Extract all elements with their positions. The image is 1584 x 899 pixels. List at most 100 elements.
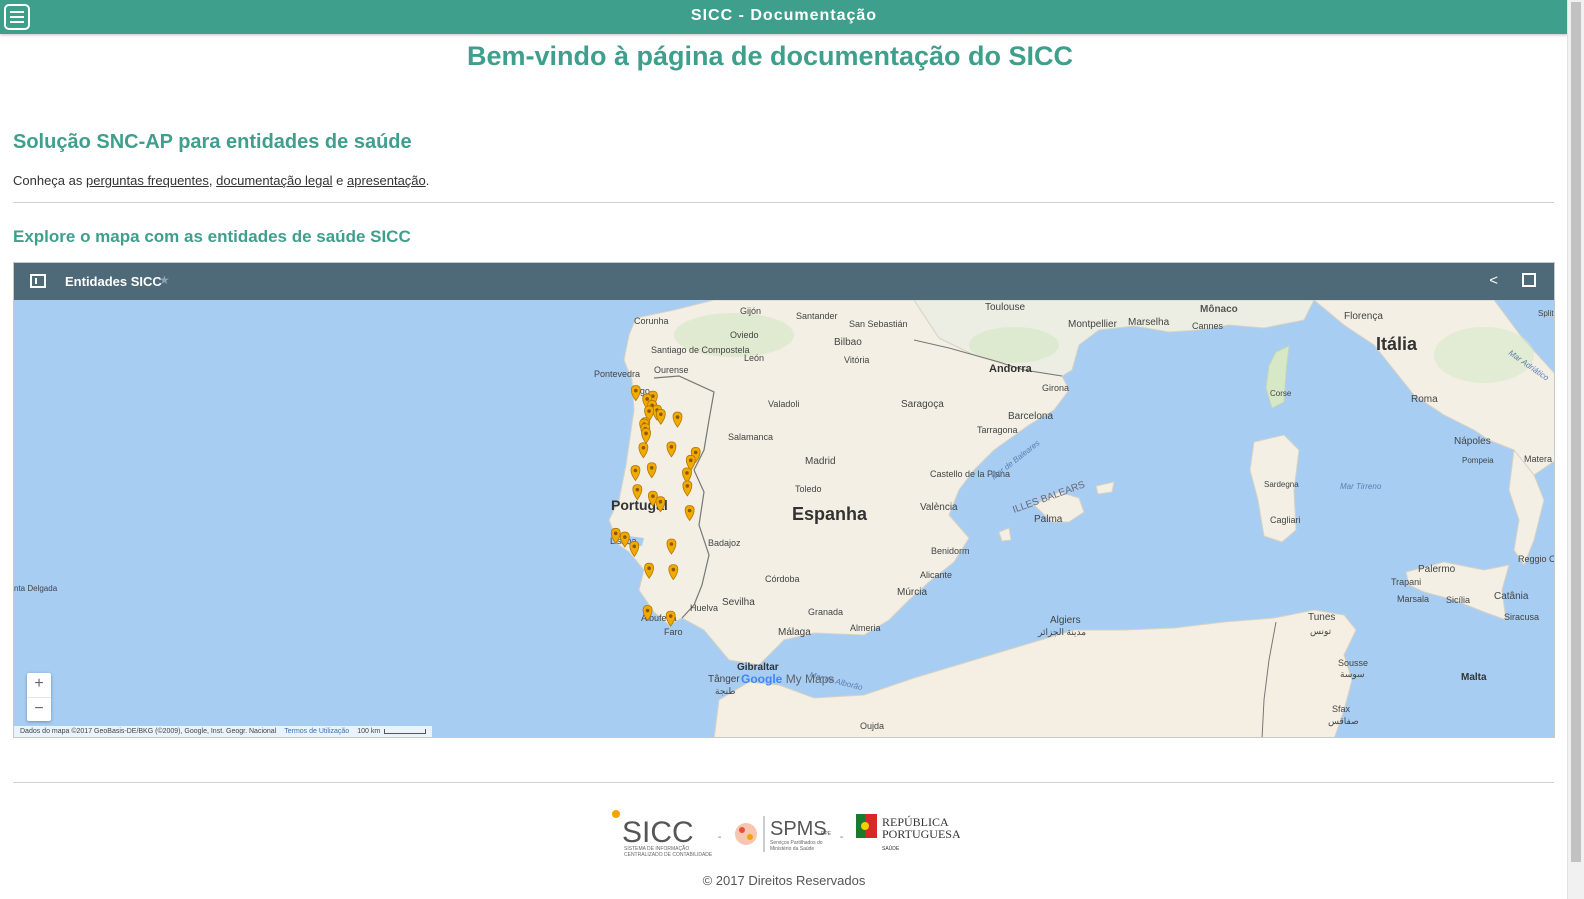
map-label-alicante: Alicante xyxy=(920,570,952,580)
section-heading-snc-ap: Solução SNC-AP para entidades de saúde xyxy=(13,131,412,153)
map-legend-toggle-icon[interactable] xyxy=(30,274,46,288)
map-label-catania: Catânia xyxy=(1494,591,1529,602)
map-label-sfax: Sfax xyxy=(1332,704,1351,714)
map-label-mar-tirreno: Mar Tirreno xyxy=(1340,482,1382,491)
map-label-murcia: Múrcia xyxy=(897,587,927,598)
fullscreen-icon[interactable] xyxy=(1522,273,1536,287)
map-label-oviedo: Oviedo xyxy=(730,330,759,340)
google-logo-text: Google xyxy=(741,672,783,686)
logo-separator-2: - xyxy=(840,832,843,843)
scrollbar-thumb[interactable] xyxy=(1571,2,1581,862)
map-label-benidorm: Benidorm xyxy=(931,546,970,556)
sicc-logo-sub1: SISTEMA DE INFORMAÇÃO xyxy=(624,845,689,852)
map-label-toulouse: Toulouse xyxy=(985,302,1025,313)
intro-suffix: . xyxy=(425,173,430,188)
top-bar: SICC - Documentação xyxy=(0,0,1568,34)
map-label-tanger-ar: طنجة xyxy=(715,686,736,696)
spms-logo-dot xyxy=(739,827,745,833)
map-label-italia: Itália xyxy=(1376,334,1418,354)
zoom-out-button[interactable]: − xyxy=(27,697,51,722)
zoom-in-button[interactable]: + xyxy=(27,673,51,697)
map-label-cannes: Cannes xyxy=(1192,321,1224,331)
map-label-montpellier: Montpellier xyxy=(1068,319,1118,330)
sicc-logo-dot xyxy=(612,810,620,818)
scale-label: 100 km xyxy=(357,728,381,735)
map-label-palma: Palma xyxy=(1034,514,1063,525)
map-label-tunes-ar: تونس xyxy=(1310,626,1332,637)
map-label-espanha: Espanha xyxy=(792,504,868,524)
map-label-pontevedra: Pontevedra xyxy=(594,369,640,379)
star-icon[interactable]: ★ xyxy=(159,273,170,287)
map-label-roma: Roma xyxy=(1411,394,1438,405)
faq-link[interactable]: perguntas frequentes xyxy=(86,173,209,188)
intro-comma: , xyxy=(208,173,213,188)
scrollbar[interactable] xyxy=(1567,0,1584,899)
footer-logos: SICC SISTEMA DE INFORMAÇÃO CENTRALIZADO … xyxy=(612,810,960,858)
map-label-sicilia: Sicília xyxy=(1446,595,1470,605)
logo-separator-1: - xyxy=(718,832,721,843)
map-label-gijon: Gijón xyxy=(740,306,761,316)
attribution-text: Dados do mapa ©2017 GeoBasis-DE/BKG (©20… xyxy=(20,728,277,735)
map-label-andorra: Andorra xyxy=(989,363,1033,375)
map-label-corse: Corse xyxy=(1270,389,1292,398)
map-label-cagliari: Cagliari xyxy=(1270,515,1301,525)
rep-text-2: PORTUGUESA xyxy=(882,827,960,841)
map-label-valadoli: Valadoli xyxy=(768,399,799,409)
flag-emblem xyxy=(861,822,869,830)
legal-docs-link[interactable]: documentação legal xyxy=(216,173,332,188)
map-label-bilbao: Bilbao xyxy=(834,337,862,348)
intro-conjunction: e xyxy=(336,173,344,188)
map-label-delgada: nta Delgada xyxy=(14,584,58,593)
spms-logo-text: SPMS xyxy=(770,818,827,840)
map-label-tarragona: Tarragona xyxy=(977,425,1018,435)
map-label-reggio: Reggio Calabria xyxy=(1518,554,1555,564)
map-label-huelva: Huelva xyxy=(690,603,718,613)
map-header: Entidades SICC ★ < xyxy=(14,263,1554,300)
spms-logo: SPMS EPE Serviços Partilhados do Ministé… xyxy=(735,816,832,852)
terms-link[interactable]: Termos de Utilização xyxy=(284,728,349,735)
spms-logo-sub2: Ministério da Saúde xyxy=(770,846,814,852)
republica-portuguesa-logo: REPÚBLICA PORTUGUESA SAÚDE xyxy=(856,814,960,852)
map-label-toledo: Toledo xyxy=(795,484,822,494)
spms-logo-circle xyxy=(735,823,757,845)
map-label-granada: Granada xyxy=(808,607,843,617)
map-label-sfax-ar: صفاقس xyxy=(1328,716,1359,727)
intro-prefix: Conheça as xyxy=(13,173,83,188)
footer-divider xyxy=(13,782,1554,783)
share-icon[interactable]: < xyxy=(1489,272,1498,289)
map-label-barcelona: Barcelona xyxy=(1008,411,1053,422)
map-label-split: Split xyxy=(1538,309,1554,318)
copyright: © 2017 Direitos Reservados xyxy=(702,873,866,888)
map-label-florenca: Florença xyxy=(1344,311,1383,322)
map-label-saragoca: Saragoça xyxy=(901,399,944,410)
map-label-salamanca: Salamanca xyxy=(728,432,773,442)
sicc-logo-sub2: CENTRALIZADO DE CONTABILIDADE xyxy=(624,852,713,858)
map-label-oujda: Oujda xyxy=(860,721,884,731)
map-label-sansebastian: San Sebastián xyxy=(849,319,908,329)
map-label-napoles: Nápoles xyxy=(1454,436,1491,447)
map-label-sanmarino: San Marino xyxy=(1370,300,1416,302)
map-label-corunha: Corunha xyxy=(634,316,669,326)
map-label-girona: Girona xyxy=(1042,383,1069,393)
map-label-badajoz: Badajoz xyxy=(708,538,741,548)
map-label-tanger: Tânger xyxy=(708,674,740,685)
map-label-monaco: Mônaco xyxy=(1200,304,1238,315)
presentation-link[interactable]: apresentação xyxy=(347,173,426,188)
map-label-malta: Malta xyxy=(1461,672,1487,683)
map-label-faro: Faro xyxy=(664,627,683,637)
sicc-logo: SICC SISTEMA DE INFORMAÇÃO CENTRALIZADO … xyxy=(612,810,713,858)
map-label-tunes: Tunes xyxy=(1308,612,1335,623)
spms-logo-epe: EPE xyxy=(821,831,832,837)
map-attribution: Dados do mapa ©2017 GeoBasis-DE/BKG (©20… xyxy=(14,726,433,737)
spms-logo-dot xyxy=(747,834,753,840)
divider xyxy=(13,202,1554,203)
map-label-sousse: Sousse xyxy=(1338,658,1368,668)
map-label-palermo: Palermo xyxy=(1418,564,1456,575)
map-embed[interactable]: Entidades SICC ★ < Portugal Espanha Itál… xyxy=(13,262,1555,738)
map-label-almeria: Almeria xyxy=(850,623,881,633)
map-label-siracusa: Siracusa xyxy=(1504,612,1539,622)
intro-text: Conheça as perguntas frequentes, documen… xyxy=(13,173,429,188)
app-title: SICC - Documentação xyxy=(690,7,878,24)
map-label-vitoria: Vitória xyxy=(844,355,869,365)
map-label-marsala: Marsala xyxy=(1397,594,1429,604)
